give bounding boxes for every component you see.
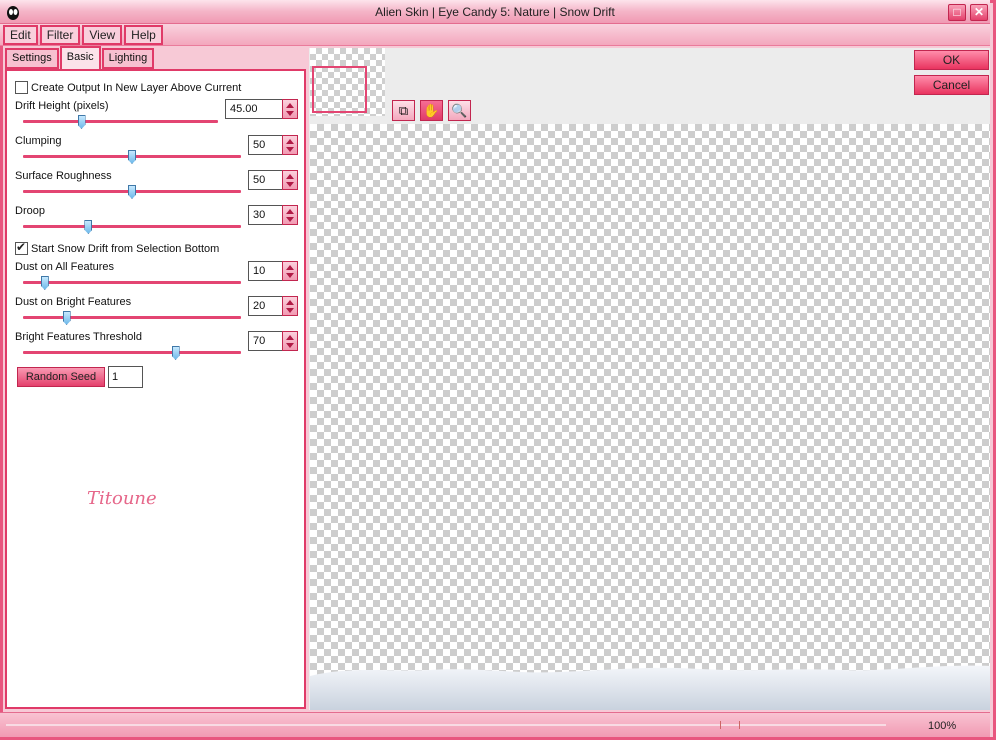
basic-settings-panel: Create Output In New Layer Above Current… [5,69,306,709]
droop-slider[interactable] [23,225,241,228]
clumping-slider-thumb[interactable] [128,150,136,164]
ok-button[interactable]: OK [914,50,989,70]
droop-slider-thumb[interactable] [84,220,93,234]
drift-height-slider[interactable] [23,120,218,123]
menu-filter[interactable]: Filter [39,24,81,45]
title-bar[interactable]: Alien Skin | Eye Candy 5: Nature | Snow … [0,0,990,24]
zoom-icon[interactable]: 🔍 [448,100,471,121]
surface-roughness-label: Surface Roughness [15,170,112,182]
droop-field[interactable]: 30 [248,205,283,225]
tab-strip: Settings Basic Lighting [5,46,155,70]
menu-view[interactable]: View [82,24,123,45]
tab-lighting[interactable]: Lighting [101,48,155,69]
dust-all-spinner[interactable] [282,261,298,281]
close-button[interactable]: ✕ [970,4,988,21]
dust-bright-label: Dust on Bright Features [15,296,132,308]
surface-roughness-slider-thumb[interactable] [128,185,136,199]
window-title: Alien Skin | Eye Candy 5: Nature | Snow … [375,4,615,19]
drift-height-spinner[interactable] [282,99,298,119]
dust-all-slider[interactable] [23,281,241,284]
clumping-spinner[interactable] [282,135,298,155]
tab-basic[interactable]: Basic [59,46,101,70]
status-bar: 100% [0,712,990,737]
menu-edit[interactable]: Edit [3,24,38,45]
start-from-bottom-label: Start Snow Drift from Selection Bottom [31,243,220,255]
create-output-label: Create Output In New Layer Above Current [31,82,242,94]
bright-threshold-slider-thumb[interactable] [171,346,180,360]
signature-watermark: Titoune [87,488,157,509]
surface-roughness-spinner[interactable] [282,170,298,190]
preview-canvas[interactable] [310,124,990,710]
status-marker [720,721,740,729]
bright-threshold-spinner[interactable] [282,331,298,351]
alien-skin-logo-icon [7,6,19,20]
dust-bright-spinner[interactable] [282,296,298,316]
snow-drift-preview [310,665,990,710]
dust-all-slider-thumb[interactable] [40,276,49,290]
create-output-checkbox[interactable] [15,81,28,94]
bright-threshold-label: Bright Features Threshold [15,331,142,343]
droop-label: Droop [15,205,45,217]
cancel-button[interactable]: Cancel [914,75,989,95]
surface-roughness-field[interactable]: 50 [248,170,283,190]
drift-height-slider-thumb[interactable] [77,115,86,129]
navigator-viewport-frame[interactable] [312,66,367,113]
menu-bar: Edit Filter View Help [0,24,990,46]
dust-bright-slider[interactable] [23,316,241,319]
drift-height-label: Drift Height (pixels) [15,100,109,112]
clumping-label: Clumping [15,135,62,147]
dust-bright-field[interactable]: 20 [248,296,283,316]
compare-icon[interactable]: ⧉ [392,100,415,121]
clumping-field[interactable]: 50 [248,135,283,155]
drift-height-field[interactable]: 45.00 [225,99,283,119]
maximize-button[interactable]: □ [948,4,966,21]
random-seed-field[interactable]: 1 [108,366,143,388]
start-from-bottom-checkbox[interactable] [15,240,28,255]
hand-icon[interactable]: ✋ [420,100,443,121]
droop-spinner[interactable] [282,205,298,225]
dust-bright-slider-thumb[interactable] [62,311,71,325]
random-seed-button[interactable]: Random Seed [17,367,105,387]
status-progress-track [6,724,886,726]
dust-all-field[interactable]: 10 [248,261,283,281]
zoom-level: 100% [928,720,957,732]
bright-threshold-field[interactable]: 70 [248,331,283,351]
tab-settings[interactable]: Settings [5,48,59,69]
bright-threshold-slider[interactable] [23,351,241,354]
menu-help[interactable]: Help [124,24,163,45]
dust-all-label: Dust on All Features [15,261,115,273]
